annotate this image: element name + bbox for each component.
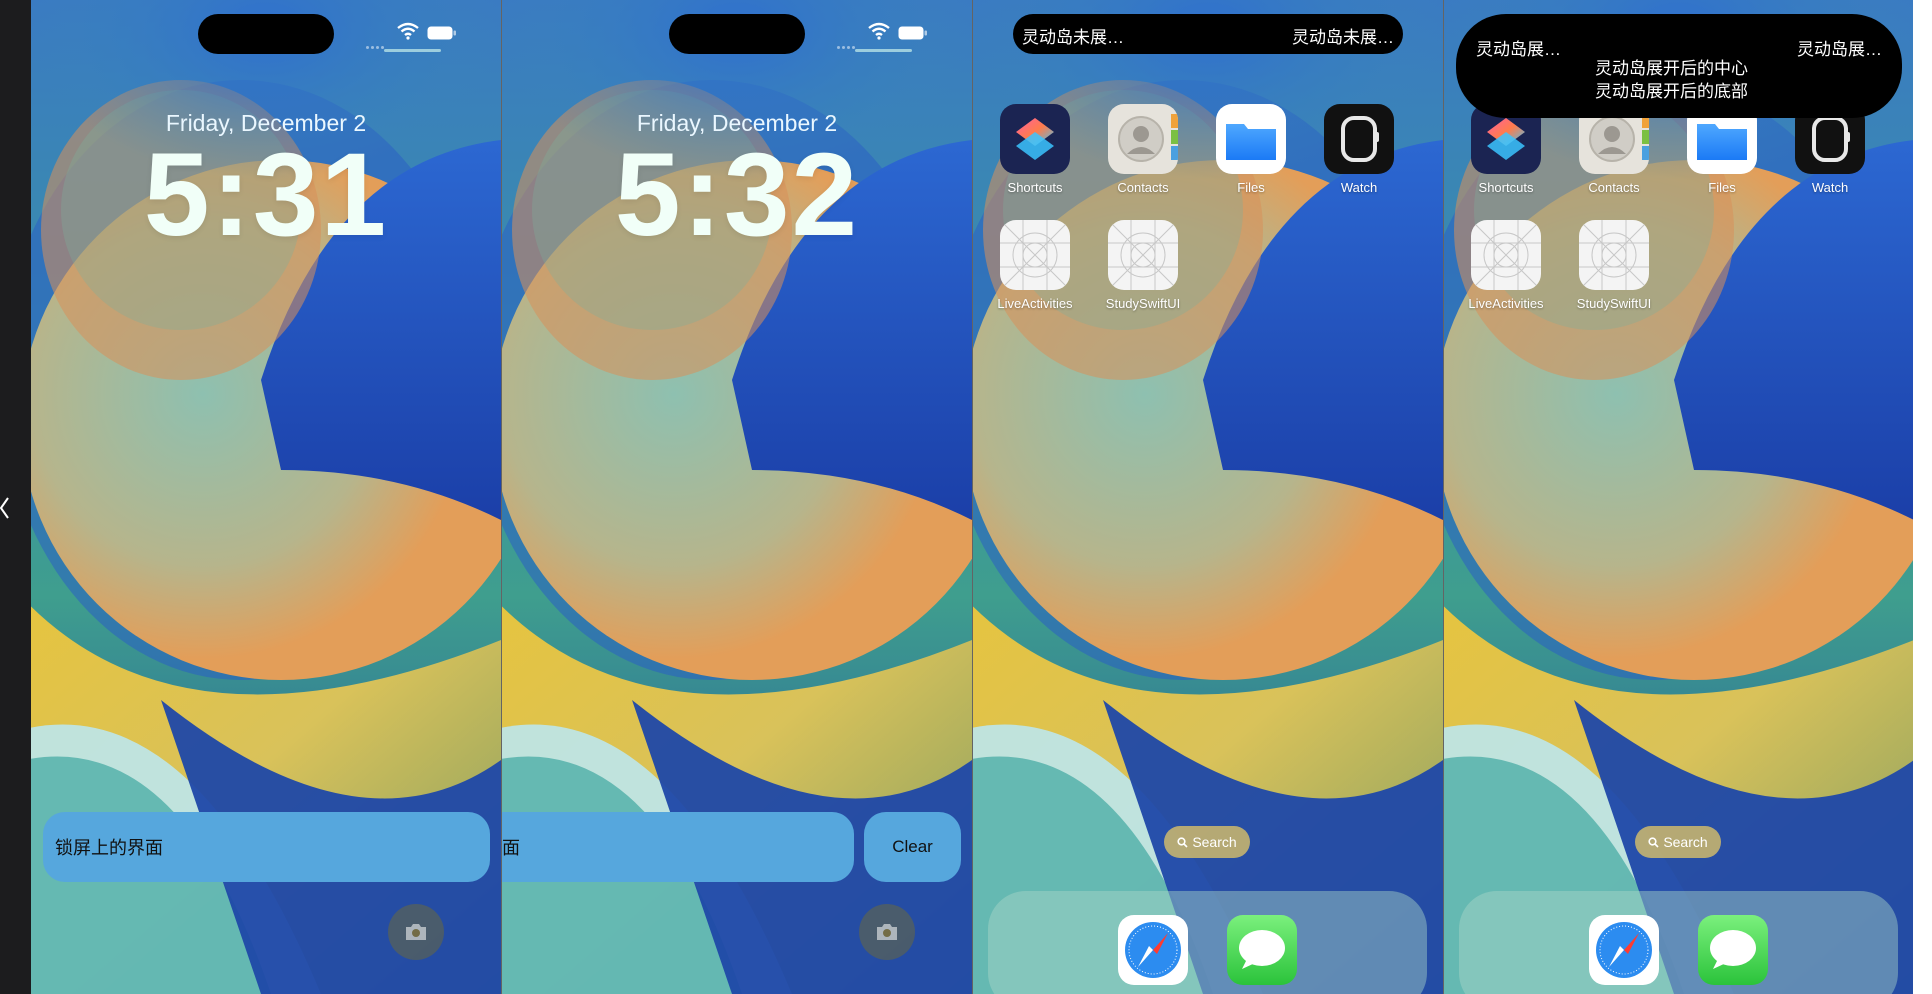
- battery-icon: [898, 26, 927, 40]
- live-activity-text: 锁屏上的界面: [55, 838, 163, 858]
- island-center-text: 灵动岛展开后的中心: [1595, 59, 1748, 78]
- wifi-icon: [868, 22, 890, 40]
- lock-time: 5:31: [143, 129, 389, 261]
- app-label: Contacts: [1117, 180, 1169, 195]
- app-label: Contacts: [1588, 180, 1640, 195]
- app-label: Shortcuts: [1478, 180, 1534, 195]
- app-shortcuts[interactable]: Shortcuts: [990, 104, 1080, 195]
- signal-dots: [837, 36, 861, 49]
- battery-icon: [427, 26, 456, 40]
- app-live-activities[interactable]: LiveActivities: [1461, 220, 1551, 311]
- placeholder-app-icon: [1000, 220, 1070, 290]
- app-label: Watch: [1811, 180, 1849, 195]
- lock-indicator: [384, 49, 441, 52]
- messages-icon[interactable]: [1227, 915, 1297, 985]
- island-leading-text: 灵动岛展…: [1476, 40, 1561, 59]
- watch-icon: [1324, 104, 1394, 174]
- lock-time: 5:32: [614, 129, 860, 261]
- live-activity-banner[interactable]: 锁屏上的界面: [43, 812, 490, 882]
- safari-icon[interactable]: [1118, 915, 1188, 985]
- home-screen-panel-expanded: Shortcuts Contacts Files Watch LiveActiv…: [1444, 0, 1914, 994]
- app-label: Watch: [1340, 180, 1378, 195]
- camera-icon: [877, 924, 897, 940]
- search-icon: [1177, 836, 1188, 848]
- app-label: StudySwiftUI: [1105, 296, 1181, 311]
- search-button[interactable]: Search: [1635, 826, 1721, 858]
- app-label: Files: [1237, 180, 1265, 195]
- app-label: StudySwiftUI: [1576, 296, 1652, 311]
- chevron-left-icon[interactable]: [0, 488, 14, 528]
- island-bottom-text: 灵动岛展开后的底部: [1595, 82, 1748, 101]
- search-label: Search: [1663, 834, 1708, 850]
- contacts-icon: [1108, 104, 1178, 174]
- app-contacts[interactable]: Contacts: [1098, 104, 1188, 195]
- placeholder-app-icon: [1579, 220, 1649, 290]
- camera-icon: [406, 924, 426, 940]
- search-button[interactable]: Search: [1164, 826, 1250, 858]
- lock-screen-panel-2: Friday, December 2 5:32 面 Clear: [502, 0, 972, 994]
- lock-indicator: [855, 49, 912, 52]
- camera-button[interactable]: [859, 904, 915, 960]
- app-files[interactable]: Files: [1206, 104, 1296, 195]
- clear-button[interactable]: Clear: [864, 812, 961, 882]
- app-label: LiveActivities: [1468, 296, 1544, 311]
- dynamic-island-compact[interactable]: 灵动岛未展… 灵动岛未展…: [1013, 14, 1403, 54]
- shortcuts-icon: [1000, 104, 1070, 174]
- dynamic-island: [198, 14, 334, 54]
- app-label: Files: [1708, 180, 1736, 195]
- placeholder-app-icon: [1108, 220, 1178, 290]
- window-edge: [1913, 0, 1932, 994]
- island-trailing-text: 灵动岛未展…: [1292, 28, 1394, 47]
- placeholder-app-icon: [1471, 220, 1541, 290]
- search-label: Search: [1192, 834, 1237, 850]
- lock-screen-panel-1: Friday, December 2 5:31 锁屏上的界面: [31, 0, 501, 994]
- live-activity-text: 面: [502, 838, 520, 858]
- island-trailing-text: 灵动岛展…: [1797, 40, 1882, 59]
- app-study-swiftui[interactable]: StudySwiftUI: [1098, 220, 1188, 311]
- live-activity-banner[interactable]: 面: [502, 812, 854, 882]
- files-icon: [1216, 104, 1286, 174]
- app-label: Shortcuts: [1007, 180, 1063, 195]
- safari-icon[interactable]: [1589, 915, 1659, 985]
- app-watch[interactable]: Watch: [1314, 104, 1404, 195]
- signal-dots: [366, 36, 390, 49]
- search-icon: [1648, 836, 1659, 848]
- dynamic-island-expanded[interactable]: 灵动岛展… 灵动岛展… 灵动岛展开后的中心 灵动岛展开后的底部: [1456, 14, 1902, 118]
- app-live-activities[interactable]: LiveActivities: [990, 220, 1080, 311]
- messages-icon[interactable]: [1698, 915, 1768, 985]
- wifi-icon: [397, 22, 419, 40]
- app-label: LiveActivities: [997, 296, 1073, 311]
- camera-button[interactable]: [388, 904, 444, 960]
- dock: [1459, 891, 1898, 994]
- home-screen-panel-compact: 灵动岛未展… 灵动岛未展… Shortcuts Contacts Files W…: [973, 0, 1443, 994]
- dock: [988, 891, 1427, 994]
- island-leading-text: 灵动岛未展…: [1022, 28, 1124, 47]
- app-study-swiftui[interactable]: StudySwiftUI: [1569, 220, 1659, 311]
- dynamic-island: [669, 14, 805, 54]
